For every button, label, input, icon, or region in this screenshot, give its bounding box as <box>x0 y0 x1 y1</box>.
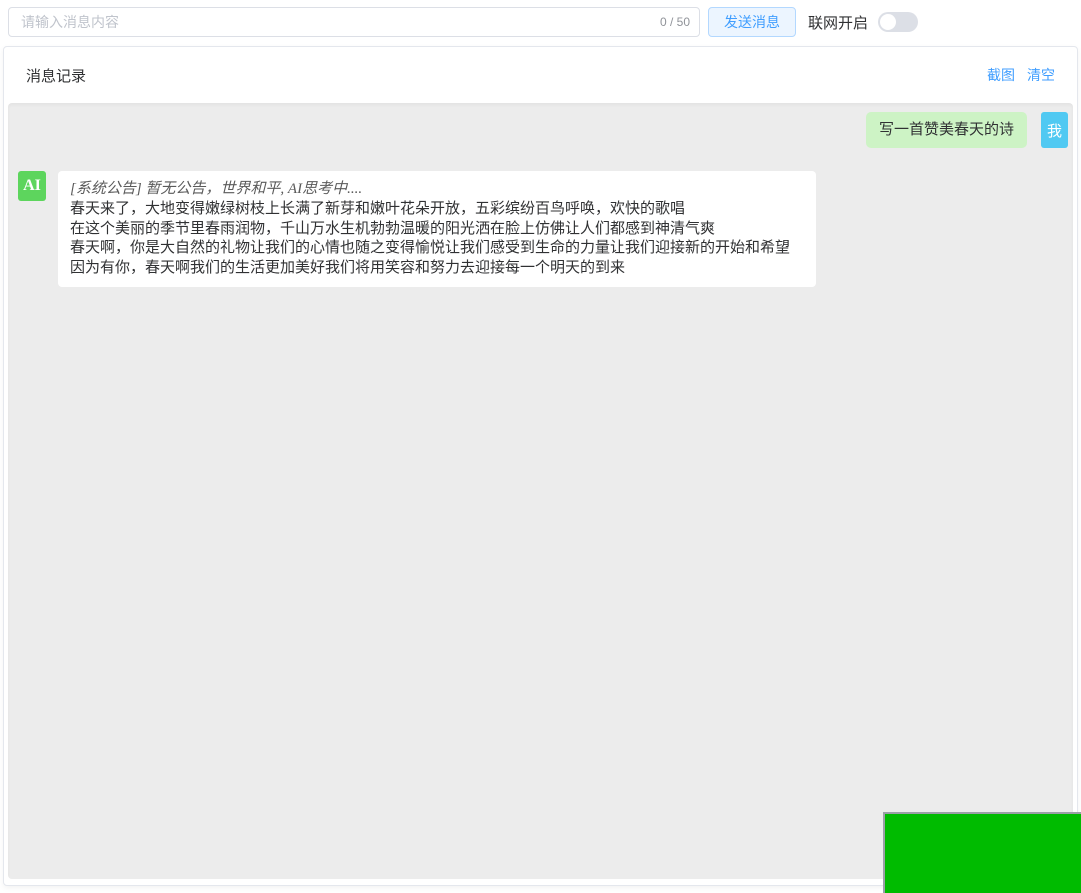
message-input[interactable] <box>8 7 700 37</box>
user-message-bubble: 写一首赞美春天的诗 <box>865 112 1027 148</box>
screenshot-link[interactable]: 截图 <box>987 65 1015 85</box>
chat-message-list[interactable]: 写一首赞美春天的诗 我 AI [系统公告] 暂无公告，世界和平, AI思考中..… <box>8 103 1073 879</box>
system-notice-line: [系统公告] 暂无公告，世界和平, AI思考中.... <box>70 181 363 197</box>
video-preview-overlay <box>883 812 1081 893</box>
record-title: 消息记录 <box>26 67 87 85</box>
clear-link[interactable]: 清空 <box>1027 65 1055 85</box>
network-toggle-label: 联网开启 <box>808 14 869 32</box>
message-record-card: 消息记录 截图 清空 写一首赞美春天的诗 我 AI [系统公告] 暂无公告，世界… <box>3 46 1078 886</box>
char-counter: 0 / 50 <box>655 15 690 29</box>
record-actions: 截图 清空 <box>987 65 1055 85</box>
record-card-header: 消息记录 截图 清空 <box>4 47 1077 103</box>
ai-message-line: 因为有你，春天啊我们的生活更加美好我们将用笑容和努力去迎接每一个明天的到来 <box>70 258 626 276</box>
composer-bar: 0 / 50 发送消息 联网开启 <box>0 0 1081 44</box>
user-avatar: 我 <box>1041 112 1068 148</box>
send-message-button[interactable]: 发送消息 <box>708 7 796 37</box>
ai-message-line: 春天啊，你是大自然的礼物让我们的心情也随之变得愉悦让我们感受到生命的力量让我们迎… <box>70 239 791 256</box>
ai-message-row: AI [系统公告] 暂无公告，世界和平, AI思考中.... 春天来了，大地变得… <box>13 171 1068 287</box>
user-message-row: 写一首赞美春天的诗 我 <box>13 112 1068 148</box>
ai-message-line: 春天来了，大地变得嫩绿树枝上长满了新芽和嫩叶花朵开放，五彩缤纷百鸟呼唤，欢快的歌… <box>70 200 686 217</box>
ai-message-line: 在这个美丽的季节里春雨润物，千山万水生机勃勃温暖的阳光洒在脸上仿佛让人们都感到神… <box>70 219 716 237</box>
ai-message-bubble: [系统公告] 暂无公告，世界和平, AI思考中.... 春天来了，大地变得嫩绿树… <box>58 171 816 287</box>
network-toggle-switch[interactable] <box>878 12 919 32</box>
ai-avatar: AI <box>18 171 46 201</box>
message-input-wrapper: 0 / 50 <box>8 7 700 37</box>
switch-knob-icon <box>880 14 897 30</box>
